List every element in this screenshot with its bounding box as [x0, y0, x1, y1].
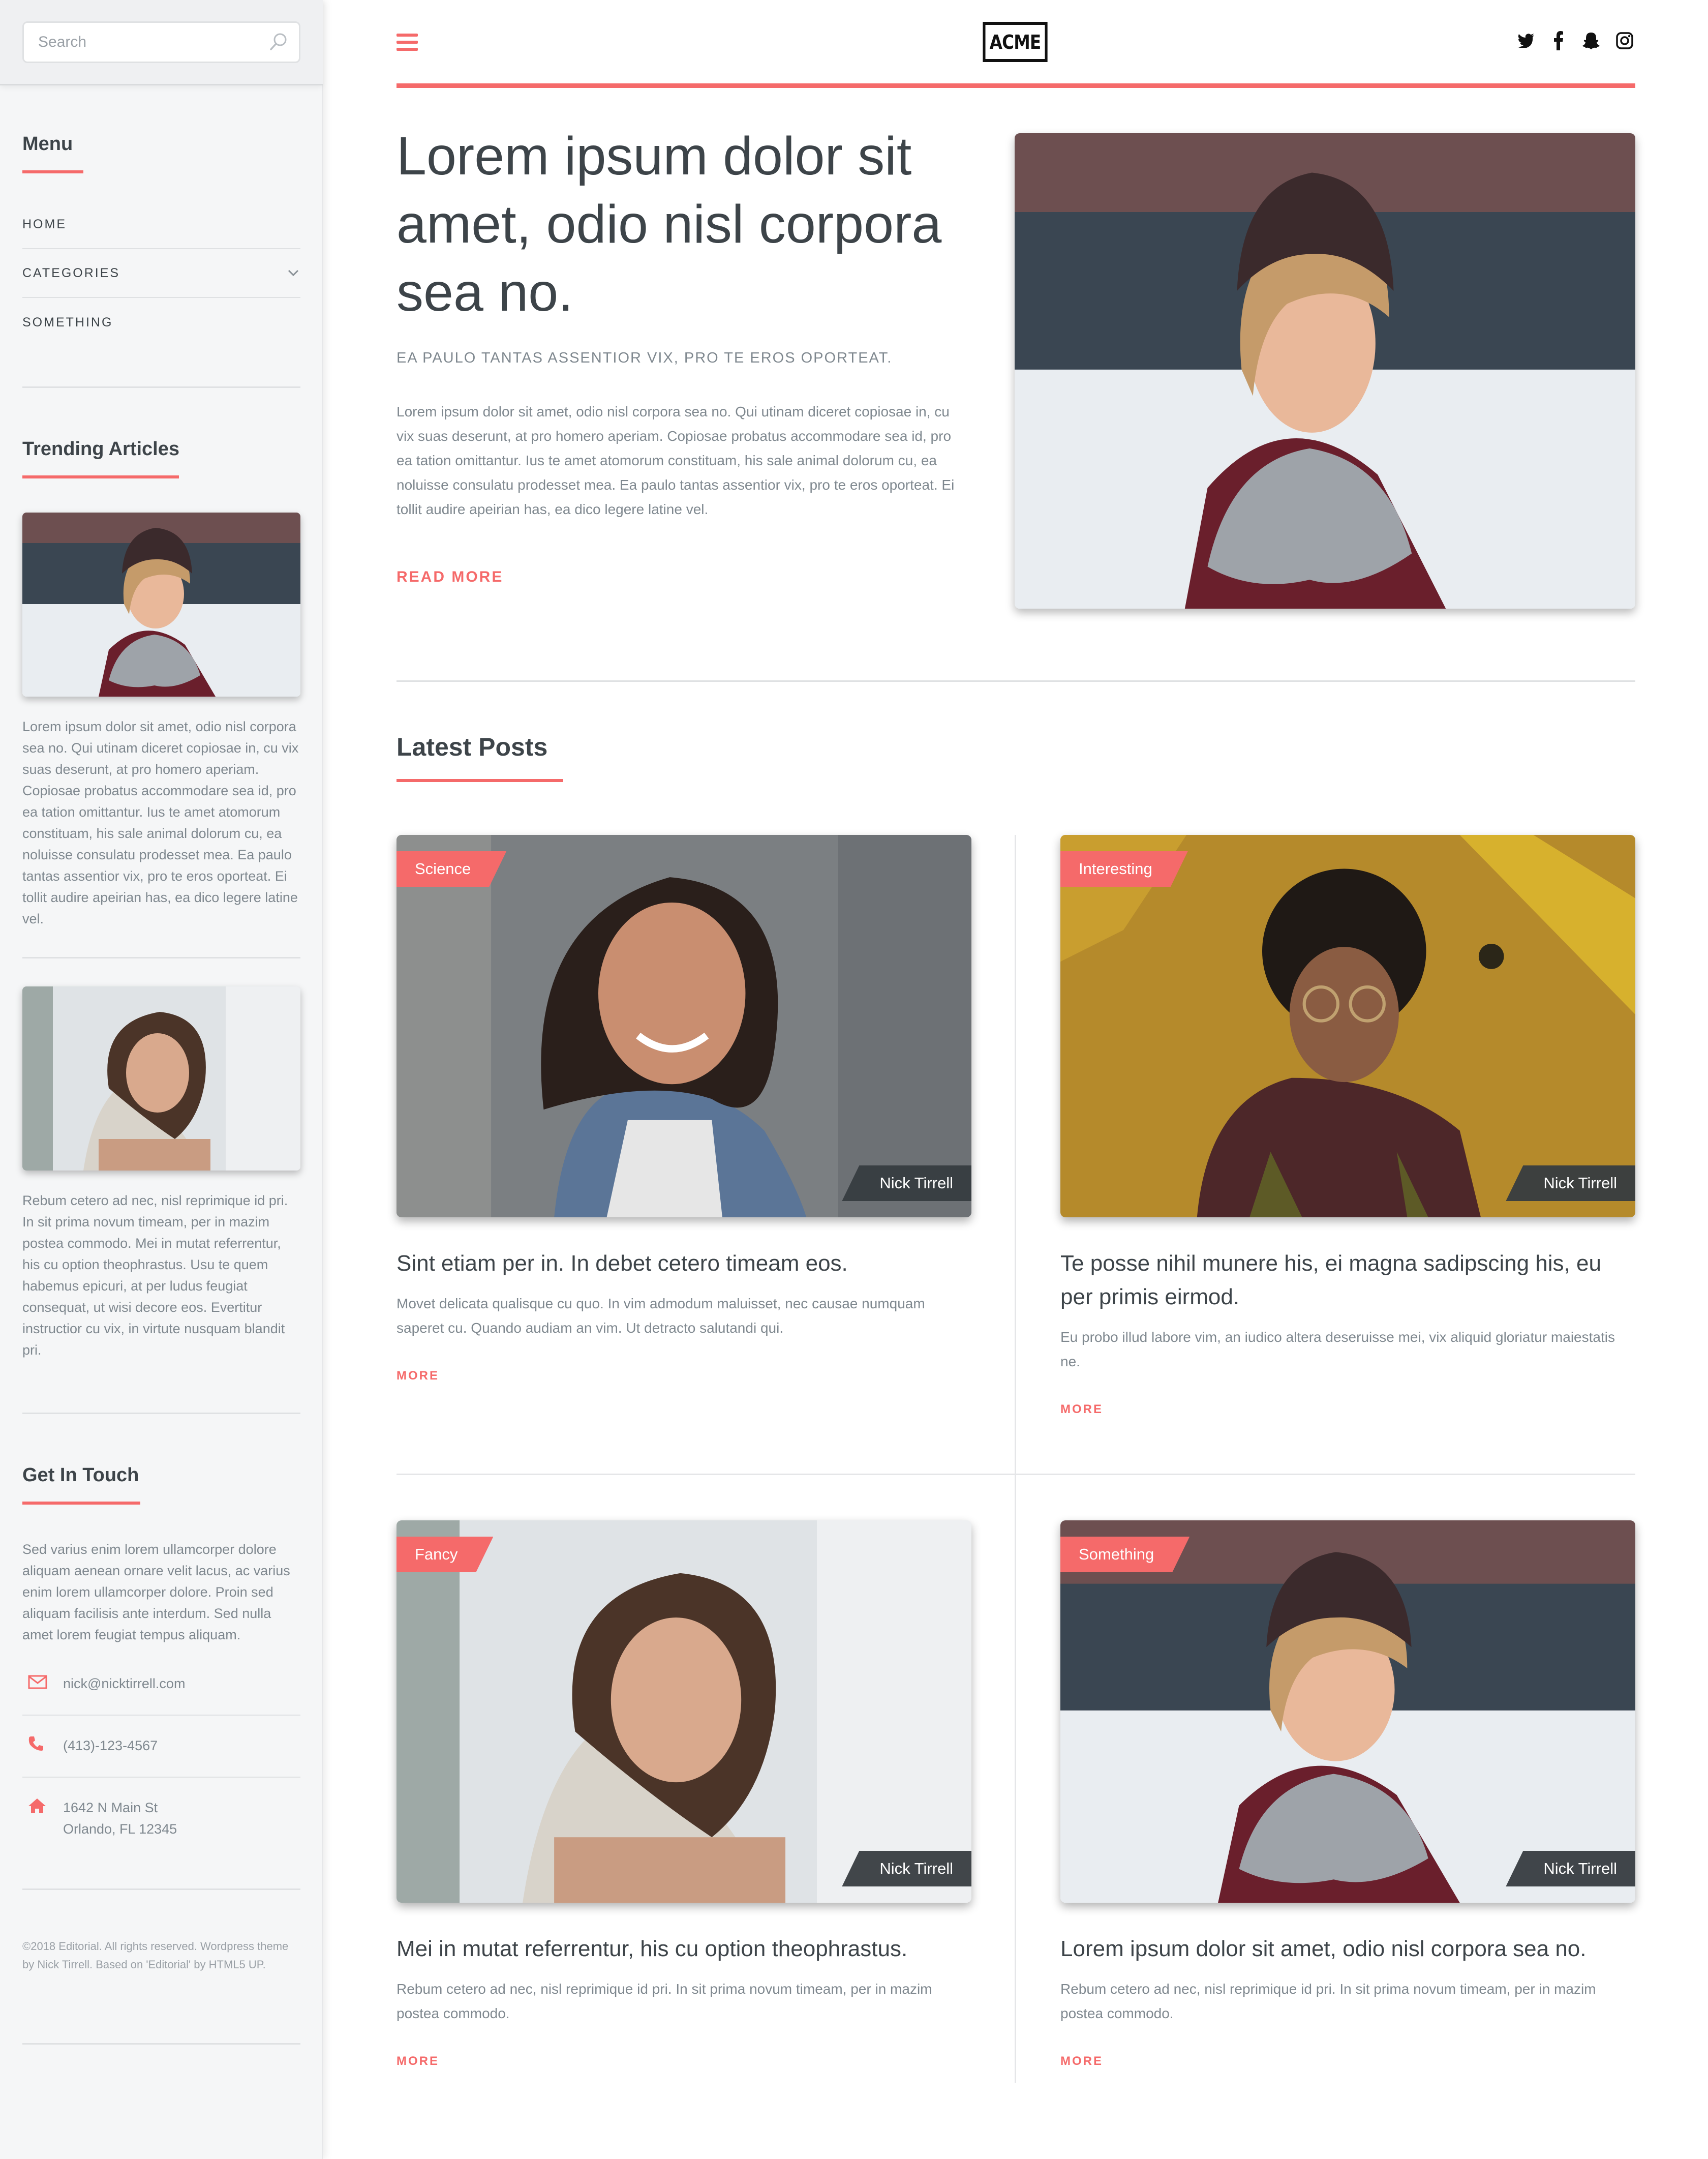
contact-address: 1642 N Main St Orlando, FL 12345	[22, 1797, 300, 1850]
trending-article-text: Rebum cetero ad nec, nisl reprimique id …	[22, 1193, 288, 1358]
post-title[interactable]: Sint etiam per in. In debet cetero timea…	[396, 1247, 971, 1280]
hero-subtitle: EA PAULO TANTAS ASSENTIOR VIX, PRO TE ER…	[396, 350, 893, 366]
post-author-badge: Nick Tirrell	[842, 1851, 971, 1886]
nav-item-label: HOME	[22, 217, 67, 231]
contact-heading-underline	[22, 1502, 140, 1505]
search-icon[interactable]	[268, 32, 289, 52]
home-icon	[22, 1797, 63, 1814]
contact-text: Sed varius enim lorem ullamcorper dolore…	[22, 1542, 290, 1642]
trending-heading: Trending Articles	[22, 438, 179, 460]
header-rule	[396, 83, 1635, 88]
post-author-badge: Nick Tirrell	[1506, 1851, 1635, 1886]
trending-heading-underline	[22, 475, 179, 478]
contact-heading: Get In Touch	[22, 1464, 139, 1486]
post-excerpt: Rebum cetero ad nec, nisl reprimique id …	[396, 1981, 932, 2021]
instagram-icon[interactable]	[1613, 29, 1636, 52]
trending-section: Trending Articles	[22, 438, 300, 478]
post-excerpt: Movet delicata qualisque cu quo. In vim …	[396, 1296, 925, 1336]
post-image[interactable]: Science Nick Tirrell	[396, 835, 971, 1217]
post-excerpt: Rebum cetero ad nec, nisl reprimique id …	[1060, 1981, 1596, 2021]
search-bar	[0, 0, 323, 85]
envelope-icon	[22, 1673, 63, 1690]
divider	[22, 2043, 300, 2045]
post-excerpt: Eu probo illud labore vim, an iudico alt…	[1060, 1329, 1615, 1369]
latest-posts-underline	[396, 779, 563, 782]
hero-image[interactable]	[1015, 133, 1635, 609]
nav-item-something[interactable]: SOMETHING	[22, 298, 300, 347]
trending-article-image[interactable]	[22, 513, 300, 697]
post-more-link[interactable]: MORE	[396, 1369, 439, 1383]
menu-heading: Menu	[22, 133, 73, 155]
divider	[22, 1413, 300, 1414]
divider	[22, 386, 300, 388]
snapchat-icon[interactable]	[1580, 29, 1602, 52]
section-divider	[396, 680, 1635, 682]
contact-address-text: 1642 N Main St Orlando, FL 12345	[63, 1797, 177, 1840]
contact-phone[interactable]: (413)-123-4567	[22, 1735, 300, 1778]
post-more-link[interactable]: MORE	[1060, 1402, 1103, 1417]
hamburger-menu-icon[interactable]	[396, 34, 418, 51]
nav-item-label: CATEGORIES	[22, 265, 120, 280]
post-more-link[interactable]: MORE	[1060, 2054, 1103, 2068]
contact-phone-text[interactable]: (413)-123-4567	[63, 1735, 158, 1756]
latest-posts-heading: Latest Posts	[396, 733, 548, 761]
search-input[interactable]	[22, 21, 300, 63]
nav-item-home[interactable]: HOME	[22, 200, 300, 249]
nav-item-categories[interactable]: CATEGORIES	[22, 249, 300, 298]
post-title[interactable]: Te posse nihil munere his, ei magna sadi…	[1060, 1247, 1635, 1314]
chevron-down-icon[interactable]	[286, 268, 300, 278]
post-more-link[interactable]: MORE	[396, 2054, 439, 2068]
post-category-tag[interactable]: Something	[1060, 1537, 1190, 1572]
post-grid-vertical-divider	[1015, 835, 1016, 2083]
post-category-tag[interactable]: Science	[396, 851, 506, 887]
post-image[interactable]: Fancy Nick Tirrell	[396, 1520, 971, 1903]
address-line2: Orlando, FL 12345	[63, 1821, 177, 1837]
post-category-tag[interactable]: Interesting	[1060, 851, 1188, 887]
post-grid-horizontal-divider	[396, 1474, 1635, 1475]
contact-email[interactable]: nick@nicktirrell.com	[22, 1673, 300, 1716]
facebook-icon[interactable]	[1547, 29, 1570, 52]
phone-icon	[22, 1735, 63, 1752]
post-image[interactable]: Interesting Nick Tirrell	[1060, 835, 1635, 1217]
post-image[interactable]: Something Nick Tirrell	[1060, 1520, 1635, 1903]
contact-email-text[interactable]: nick@nicktirrell.com	[63, 1673, 185, 1694]
contact-section: Get In Touch	[22, 1464, 300, 1505]
twitter-icon[interactable]	[1515, 29, 1537, 52]
divider	[22, 1888, 300, 1890]
post-title[interactable]: Lorem ipsum dolor sit amet, odio nisl co…	[1060, 1932, 1635, 1966]
sidebar: Menu HOME CATEGORIES SOMETHING Trending …	[0, 0, 323, 2159]
hero-title: Lorem ipsum dolor sit amet, odio nisl co…	[396, 126, 942, 322]
read-more-button[interactable]: READ MORE	[396, 568, 503, 586]
post-author-badge: Nick Tirrell	[1506, 1165, 1635, 1201]
trending-article-image[interactable]	[22, 986, 300, 1171]
post-author-badge: Nick Tirrell	[842, 1165, 971, 1201]
footer-copyright: ©2018 Editorial. All rights reserved. Wo…	[22, 1940, 289, 1971]
post-title[interactable]: Mei in mutat referrentur, his cu option …	[396, 1932, 971, 1966]
menu-heading-underline	[22, 170, 83, 173]
address-line1: 1642 N Main St	[63, 1800, 158, 1815]
divider	[22, 957, 300, 958]
hero-body: Lorem ipsum dolor sit amet, odio nisl co…	[396, 404, 955, 517]
trending-article-text: Lorem ipsum dolor sit amet, odio nisl co…	[22, 719, 299, 926]
site-logo[interactable]: ACME	[983, 22, 1048, 62]
nav-item-label: SOMETHING	[22, 315, 113, 329]
menu-section: Menu	[22, 133, 300, 173]
